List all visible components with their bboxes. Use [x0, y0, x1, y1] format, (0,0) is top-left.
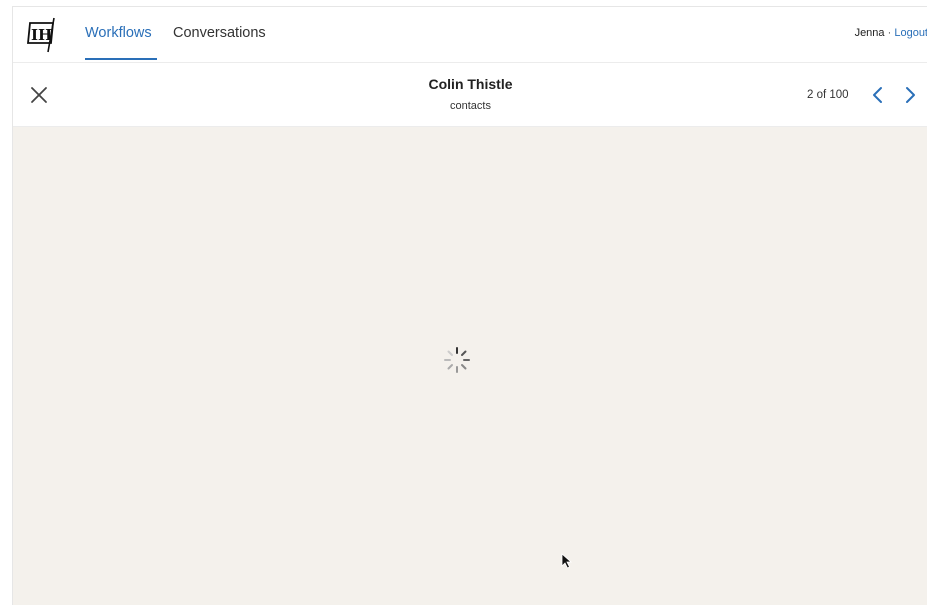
brand-logo-icon[interactable]: IH — [26, 16, 58, 54]
tab-workflows[interactable]: Workflows — [85, 24, 152, 42]
user-name: Jenna — [854, 27, 885, 39]
app-window: IH Workflows Conversations Jenna · Logou… — [12, 6, 927, 605]
record-type: contacts — [450, 100, 491, 112]
user-separator: · — [887, 27, 892, 39]
active-tab-indicator — [85, 58, 157, 60]
tab-conversations[interactable]: Conversations — [173, 24, 266, 42]
record-content-area — [13, 127, 927, 605]
loading-spinner-icon — [444, 347, 470, 373]
pager-count: 2 of 100 — [807, 89, 849, 101]
top-nav-bar: IH Workflows Conversations Jenna · Logou… — [13, 7, 927, 63]
logout-link[interactable]: Logout — [894, 27, 927, 39]
record-header: Colin Thistle contacts 2 of 100 — [13, 63, 927, 127]
chevron-left-icon[interactable] — [868, 85, 888, 105]
user-menu: Jenna · Logout — [855, 27, 927, 39]
svg-text:IH: IH — [31, 26, 52, 44]
chevron-right-icon[interactable] — [900, 85, 920, 105]
record-title: Colin Thistle — [428, 76, 513, 92]
mouse-cursor-icon — [561, 553, 573, 569]
